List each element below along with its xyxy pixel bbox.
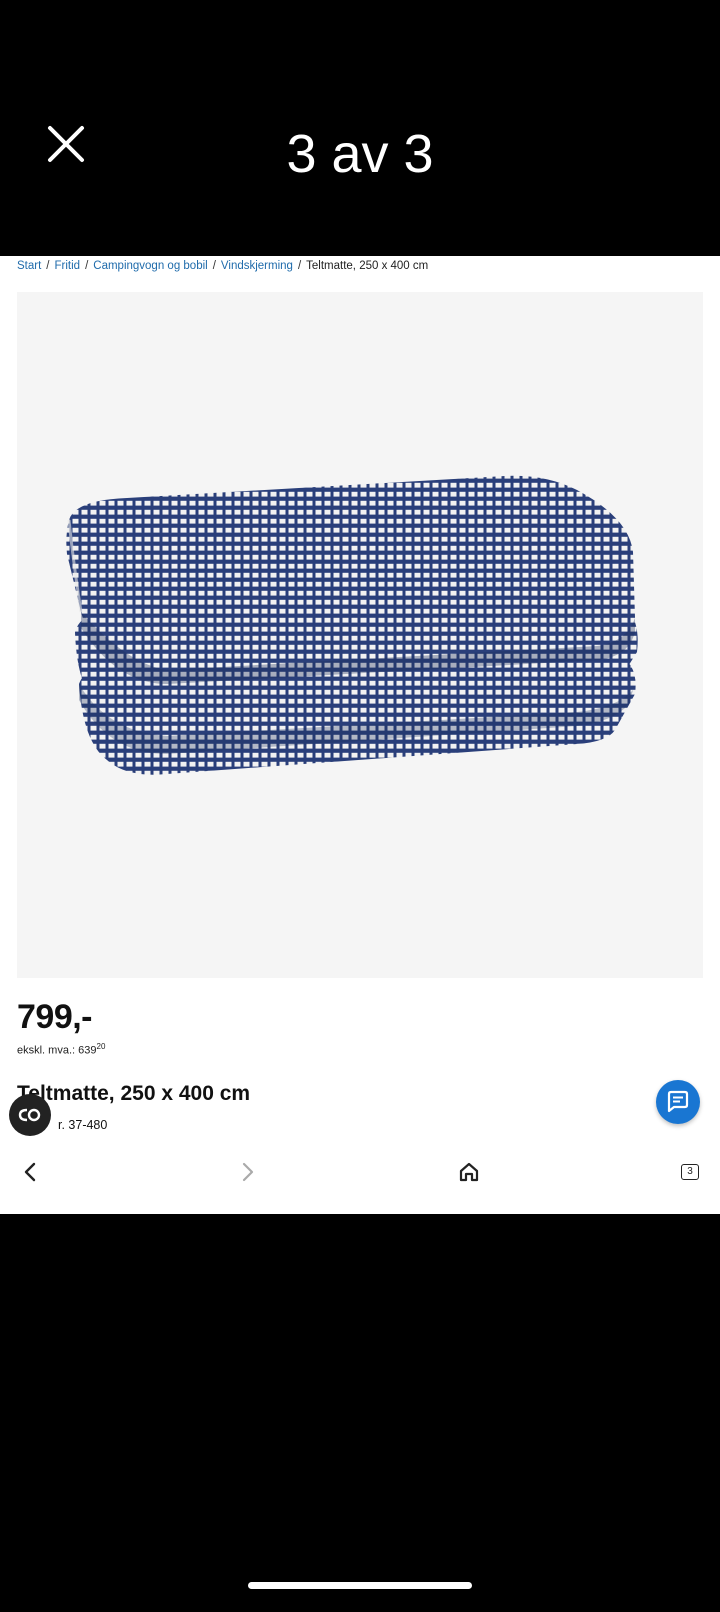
breadcrumb-item-start[interactable]: Start xyxy=(17,260,41,272)
chat-icon xyxy=(667,1090,689,1113)
product-image[interactable] xyxy=(17,292,703,978)
browser-bottom-nav: 3 xyxy=(0,1142,720,1214)
breadcrumb-separator: / xyxy=(297,260,302,272)
breadcrumb-current: Teltmatte, 250 x 400 cm xyxy=(306,260,429,272)
chat-button[interactable] xyxy=(656,1080,700,1124)
breadcrumb-separator: / xyxy=(85,260,89,272)
breadcrumb: Start / Fritid / Campingvogn og bobil / Vindsk… xyxy=(17,260,428,272)
breadcrumb-item-vindskjerming[interactable]: Vindskjerming xyxy=(221,260,293,272)
breadcrumb-item-campingvogn[interactable]: Campingvogn og bobil xyxy=(93,260,207,272)
home-icon xyxy=(459,1162,479,1182)
product-price: 799,- xyxy=(17,998,93,1036)
breadcrumb-separator: / xyxy=(46,260,50,272)
home-button[interactable] xyxy=(451,1154,487,1190)
breadcrumb-separator: / xyxy=(212,260,216,272)
chevron-left-icon xyxy=(24,1162,36,1182)
screenshot-content: Start / Fritid / Campingvogn og bobil / Vindsk… xyxy=(0,256,720,1214)
chevron-right-icon xyxy=(242,1162,254,1182)
price-ex-vat: ekskl. mva.: 63920 xyxy=(17,1042,105,1057)
article-number: r. 37-480 xyxy=(58,1118,108,1132)
tabs-icon: 3 xyxy=(681,1164,699,1180)
ex-vat-label: ekskl. mva.: xyxy=(17,1044,76,1057)
product-title: Teltmatte, 250 x 400 cm xyxy=(17,1082,251,1105)
ex-vat-value: 639 xyxy=(78,1044,97,1057)
ex-vat-cents: 20 xyxy=(96,1042,106,1051)
lens-icon xyxy=(18,1108,41,1122)
image-counter: 3 av 3 xyxy=(286,124,434,184)
breadcrumb-item-fritid[interactable]: Fritid xyxy=(55,260,81,272)
forward-button[interactable] xyxy=(230,1154,266,1190)
image-viewer-header: 3 av 3 xyxy=(0,0,720,256)
lens-button[interactable] xyxy=(9,1094,51,1136)
tabs-button[interactable]: 3 xyxy=(672,1154,708,1190)
back-button[interactable] xyxy=(12,1154,48,1190)
home-indicator[interactable] xyxy=(248,1582,472,1589)
